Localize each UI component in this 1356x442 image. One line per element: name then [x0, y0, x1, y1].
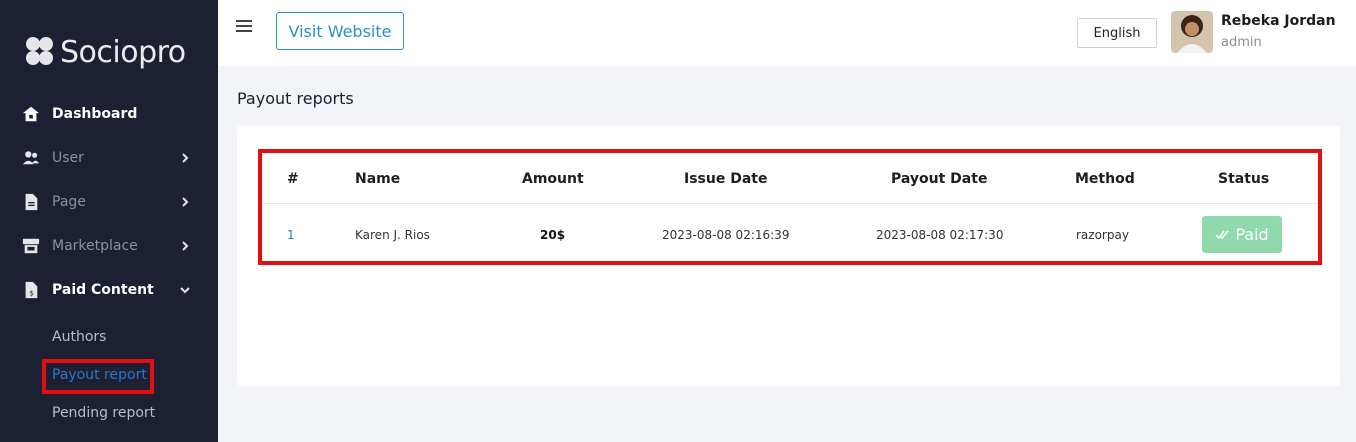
users-icon — [22, 151, 40, 165]
sidebar-item-label: User — [52, 150, 84, 166]
highlight-box — [258, 149, 1322, 265]
sidebar-subitem-authors[interactable]: Authors — [52, 329, 106, 345]
sidebar-item-paid-content[interactable]: $ Paid Content — [0, 275, 218, 305]
user-role: admin — [1221, 35, 1262, 50]
sidebar-item-label: Paid Content — [52, 282, 154, 298]
sidebar-item-marketplace[interactable]: Marketplace — [0, 231, 218, 261]
page-title: Payout reports — [237, 89, 354, 108]
sidebar-item-dashboard[interactable]: Dashboard — [0, 99, 218, 129]
user-name: Rebeka Jordan — [1221, 13, 1336, 29]
chevron-down-icon — [180, 287, 190, 294]
highlight-box — [42, 359, 154, 394]
chevron-right-icon — [182, 153, 189, 163]
menu-icon[interactable] — [236, 20, 252, 32]
language-select[interactable]: English — [1077, 18, 1157, 48]
file-dollar-icon: $ — [25, 281, 38, 299]
chevron-right-icon — [182, 241, 189, 251]
home-icon — [22, 106, 40, 122]
store-icon — [22, 238, 40, 254]
visit-website-button[interactable]: Visit Website — [276, 12, 404, 50]
sidebar-item-label: Dashboard — [52, 106, 138, 122]
file-icon — [25, 193, 38, 211]
svg-text:$: $ — [29, 288, 34, 297]
chevron-right-icon — [182, 197, 189, 207]
sidebar-item-label: Page — [52, 194, 86, 210]
sidebar: Sociopro Dashboard User Page Marketplace… — [0, 0, 218, 442]
logo[interactable]: Sociopro — [24, 34, 186, 70]
sidebar-item-user[interactable]: User — [0, 143, 218, 173]
logo-icon — [24, 34, 56, 70]
sidebar-item-page[interactable]: Page — [0, 187, 218, 217]
sidebar-subitem-pending-report[interactable]: Pending report — [52, 405, 155, 421]
app-name: Sociopro — [60, 34, 186, 70]
topbar: Visit Website English Rebeka Jordan admi… — [218, 0, 1356, 66]
sidebar-item-label: Marketplace — [52, 238, 138, 254]
avatar[interactable] — [1171, 11, 1213, 53]
